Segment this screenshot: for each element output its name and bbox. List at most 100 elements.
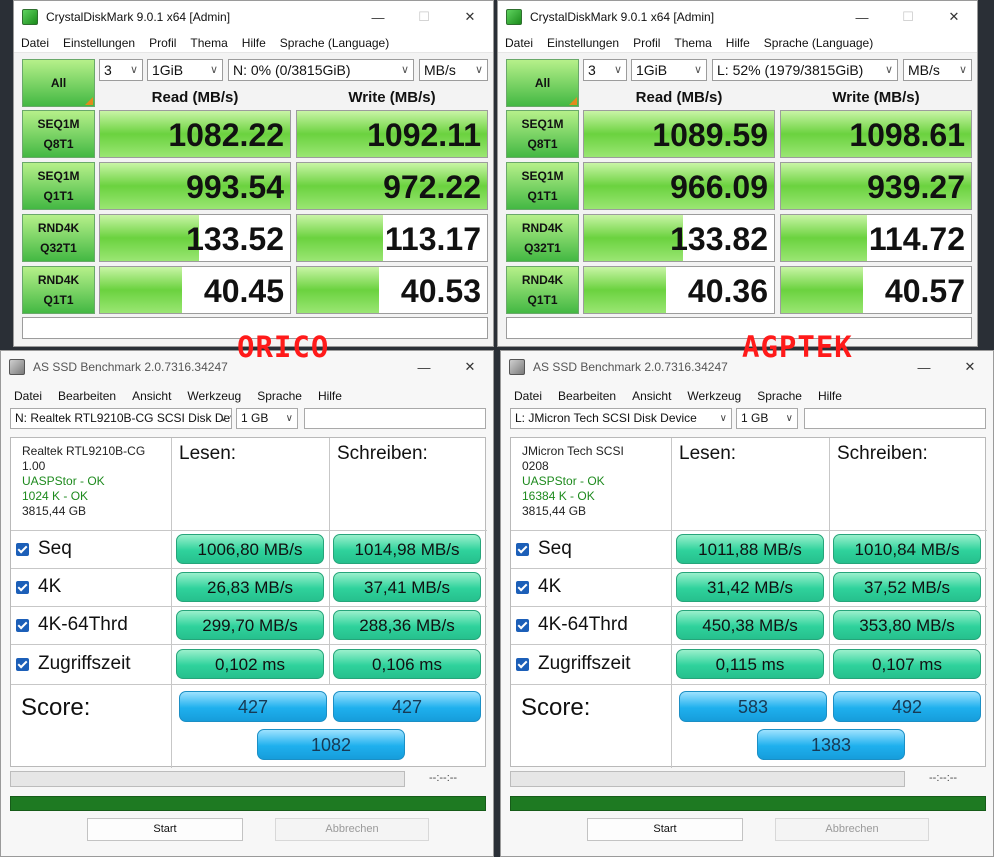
menu-item-ansicht[interactable]: Ansicht bbox=[124, 389, 179, 403]
all-button[interactable]: All bbox=[22, 59, 95, 107]
menu-item-hilfe[interactable]: Hilfe bbox=[235, 36, 273, 50]
close-icon[interactable]: ✕ bbox=[447, 1, 493, 33]
write-result: 40.53 bbox=[296, 266, 488, 314]
checkbox-icon[interactable] bbox=[516, 580, 529, 594]
checkbox-icon[interactable] bbox=[16, 580, 29, 594]
row-4k-64thrd[interactable]: 4K-64Thrd bbox=[16, 610, 128, 640]
size-select[interactable]: 1GiB ∨ bbox=[631, 59, 707, 81]
menu-item-datei[interactable]: Datei bbox=[506, 389, 550, 403]
close-icon[interactable]: ✕ bbox=[947, 351, 993, 383]
test-button-seq1m-q8t1[interactable]: SEQ1M Q8T1 bbox=[506, 110, 579, 158]
minimize-icon[interactable]: — bbox=[901, 351, 947, 383]
test-button-seq1m-q1t1[interactable]: SEQ1M Q1T1 bbox=[22, 162, 95, 210]
minimize-icon[interactable]: — bbox=[355, 1, 401, 33]
drive-value: L: 52% (1979/3815GiB) bbox=[717, 62, 864, 78]
test-button-rnd4k-q32t1[interactable]: RND4K Q32T1 bbox=[22, 214, 95, 262]
read-value: 40.45 bbox=[203, 273, 284, 309]
score-write: 427 bbox=[333, 691, 481, 722]
maximize-icon[interactable]: ☐ bbox=[885, 1, 931, 33]
size-select[interactable]: 1GiB ∨ bbox=[147, 59, 223, 81]
count-select[interactable]: 3 ∨ bbox=[99, 59, 143, 81]
test-button-rnd4k-q1t1[interactable]: RND4K Q1T1 bbox=[506, 266, 579, 314]
size-select[interactable]: 1 GB ∨ bbox=[236, 408, 298, 429]
menu-item-sprache[interactable]: Sprache (Language) bbox=[273, 36, 396, 50]
row-4k-64thrd[interactable]: 4K-64Thrd bbox=[516, 610, 628, 640]
size-select[interactable]: 1 GB ∨ bbox=[736, 408, 798, 429]
checkbox-icon[interactable] bbox=[16, 542, 29, 556]
start-button[interactable]: Start bbox=[87, 818, 243, 841]
crystaldiskmark-window-agptek: CrystalDiskMark 9.0.1 x64 [Admin] — ☐ ✕ … bbox=[497, 0, 978, 347]
score-label: Score: bbox=[21, 694, 91, 721]
menu-item-hilfe[interactable]: Hilfe bbox=[719, 36, 757, 50]
read-result: 40.45 bbox=[99, 266, 291, 314]
read-result: 40.36 bbox=[583, 266, 775, 314]
row-seq[interactable]: Seq bbox=[516, 534, 572, 564]
read-value: 133.52 bbox=[186, 221, 284, 257]
menu-item-werkzeug[interactable]: Werkzeug bbox=[679, 389, 749, 403]
checkbox-icon[interactable] bbox=[16, 657, 29, 671]
test-label-line1: SEQ1M bbox=[37, 169, 80, 183]
menu-item-profil[interactable]: Profil bbox=[142, 36, 183, 50]
menu-item-einstellungen[interactable]: Einstellungen bbox=[540, 36, 626, 50]
access-time-read-result: 0,102 ms bbox=[176, 649, 324, 679]
test-button-rnd4k-q1t1[interactable]: RND4K Q1T1 bbox=[22, 266, 95, 314]
comment-field[interactable] bbox=[506, 317, 972, 339]
results-panel: JMicron Tech SCSI 0208 UASPStor - OK 163… bbox=[510, 437, 987, 768]
divider bbox=[171, 438, 172, 768]
abort-button[interactable]: Abbrechen bbox=[775, 818, 929, 841]
drive-select[interactable]: L: 52% (1979/3815GiB) ∨ bbox=[712, 59, 898, 81]
all-button[interactable]: All bbox=[506, 59, 579, 107]
checkbox-icon[interactable] bbox=[16, 618, 29, 632]
close-icon[interactable]: ✕ bbox=[931, 1, 977, 33]
4k-read-result: 31,42 MB/s bbox=[676, 572, 824, 602]
maximize-icon[interactable]: ☐ bbox=[401, 1, 447, 33]
menu-item-hilfe[interactable]: Hilfe bbox=[810, 389, 850, 403]
checkbox-icon[interactable] bbox=[516, 618, 529, 632]
row-zugriffszeit[interactable]: Zugriffszeit bbox=[16, 649, 131, 679]
drive-select[interactable]: N: 0% (0/3815GiB) ∨ bbox=[228, 59, 414, 81]
minimize-icon[interactable]: — bbox=[839, 1, 885, 33]
window-title: CrystalDiskMark 9.0.1 x64 [Admin] bbox=[530, 10, 715, 24]
row-seq[interactable]: Seq bbox=[16, 534, 72, 564]
menu-item-sprache[interactable]: Sprache bbox=[749, 389, 810, 403]
menu-item-bearbeiten[interactable]: Bearbeiten bbox=[50, 389, 124, 403]
menu-item-datei[interactable]: Datei bbox=[6, 389, 50, 403]
menu-item-datei[interactable]: Datei bbox=[14, 36, 56, 50]
menu-item-hilfe[interactable]: Hilfe bbox=[310, 389, 350, 403]
close-icon[interactable]: ✕ bbox=[447, 351, 493, 383]
menu-item-datei[interactable]: Datei bbox=[498, 36, 540, 50]
write-header: Schreiben: bbox=[837, 443, 928, 464]
checkbox-icon[interactable] bbox=[516, 657, 529, 671]
read-header: Lesen: bbox=[179, 443, 237, 464]
menu-item-sprache[interactable]: Sprache bbox=[249, 389, 310, 403]
chevron-down-icon: ∨ bbox=[613, 64, 622, 76]
test-button-seq1m-q8t1[interactable]: SEQ1M Q8T1 bbox=[22, 110, 95, 158]
drive-select[interactable]: N: Realtek RTL9210B-CG SCSI Disk Dev ∨ bbox=[10, 408, 232, 429]
unit-select[interactable]: MB/s ∨ bbox=[903, 59, 972, 81]
menu-item-thema[interactable]: Thema bbox=[667, 36, 718, 50]
test-button-rnd4k-q32t1[interactable]: RND4K Q32T1 bbox=[506, 214, 579, 262]
row-4k[interactable]: 4K bbox=[16, 572, 61, 602]
row-zugriffszeit[interactable]: Zugriffszeit bbox=[516, 649, 631, 679]
driver-status: UASPStor - OK bbox=[522, 474, 605, 488]
start-button[interactable]: Start bbox=[587, 818, 743, 841]
abort-button[interactable]: Abbrechen bbox=[275, 818, 429, 841]
drive-model: JMicron Tech SCSI bbox=[522, 444, 624, 458]
write-value: 40.53 bbox=[400, 273, 481, 309]
unit-select[interactable]: MB/s ∨ bbox=[419, 59, 488, 81]
count-select[interactable]: 3 ∨ bbox=[583, 59, 627, 81]
menu-item-sprache[interactable]: Sprache (Language) bbox=[757, 36, 880, 50]
menu-item-thema[interactable]: Thema bbox=[183, 36, 234, 50]
menu-item-einstellungen[interactable]: Einstellungen bbox=[56, 36, 142, 50]
row-4k[interactable]: 4K bbox=[516, 572, 561, 602]
checkbox-icon[interactable] bbox=[516, 542, 529, 556]
drive-select[interactable]: L: JMicron Tech SCSI Disk Device ∨ bbox=[510, 408, 732, 429]
test-label-line2: Q1T1 bbox=[43, 189, 74, 203]
menu-item-profil[interactable]: Profil bbox=[626, 36, 667, 50]
minimize-icon[interactable]: — bbox=[401, 351, 447, 383]
menu-item-ansicht[interactable]: Ansicht bbox=[624, 389, 679, 403]
menu-item-werkzeug[interactable]: Werkzeug bbox=[179, 389, 249, 403]
4k-64thrd-write-result: 353,80 MB/s bbox=[833, 610, 981, 640]
menu-item-bearbeiten[interactable]: Bearbeiten bbox=[550, 389, 624, 403]
test-button-seq1m-q1t1[interactable]: SEQ1M Q1T1 bbox=[506, 162, 579, 210]
